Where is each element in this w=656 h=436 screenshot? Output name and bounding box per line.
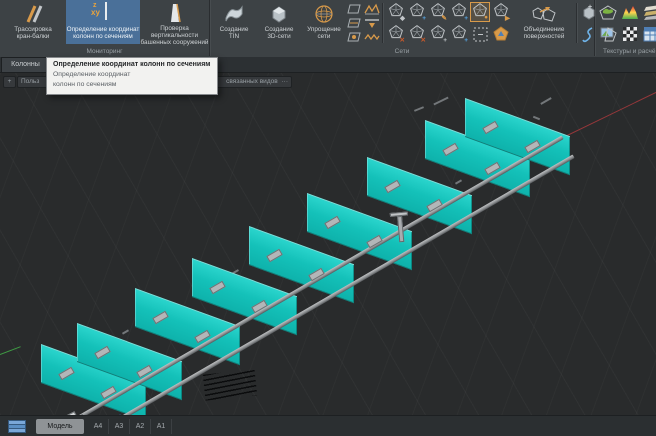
cad-application-window: Трассировка кран-балки z xy Определение … xyxy=(0,0,656,436)
layout-tab-a1[interactable]: A1 xyxy=(151,419,172,434)
ucs-axis-widget[interactable]: Z Y X xyxy=(50,401,180,415)
model-fragment xyxy=(433,97,448,106)
sheet-tool-button-2[interactable] xyxy=(346,16,362,29)
model-fragment xyxy=(414,106,424,112)
elevation-colors-button[interactable] xyxy=(620,2,640,22)
button-label: Объединение xyxy=(524,26,565,33)
model-fragment xyxy=(540,97,551,105)
mesh-diamond-button[interactable]: ◆ xyxy=(386,2,406,22)
ribbon: Трассировка кран-балки z xy Определение … xyxy=(0,0,656,58)
layout-tab-model[interactable]: Модель xyxy=(36,419,84,434)
document-tab-columns[interactable]: Колонны xyxy=(1,57,50,72)
coord-xy-glyph: xy xyxy=(91,9,100,16)
mesh-delete-button[interactable]: ✕ xyxy=(386,24,406,44)
sheet-tool-button-3[interactable] xyxy=(346,30,362,43)
panel-label-textures: Текстуры и расчё xyxy=(595,48,656,55)
panel-inner-separator xyxy=(576,3,577,43)
mesh-append-button[interactable]: + xyxy=(449,24,469,44)
button-label: сети xyxy=(317,33,330,40)
scene-3d xyxy=(0,73,656,415)
mesh-move-button[interactable]: + xyxy=(428,24,448,44)
mesh-add-button[interactable]: + xyxy=(407,2,427,22)
mesh-delete2-button[interactable]: ✕ xyxy=(407,24,427,44)
ribbon-panel-textures: Текстуры и расчё xyxy=(595,0,656,56)
model-viewport[interactable]: + Польз связанных видов ··· xyxy=(0,73,656,415)
button-label: Упрощение xyxy=(307,26,341,33)
model-fragment xyxy=(455,179,462,184)
view-tab-linked-views[interactable]: связанных видов ··· xyxy=(212,76,292,88)
model-fragment xyxy=(122,329,129,334)
ribbon-panel-nets: Создание TIN Создание 3D-сети xyxy=(210,0,595,56)
coord-bar-glyph xyxy=(105,2,107,20)
profile-wave-button[interactable] xyxy=(364,2,380,15)
y-axis-extension-line xyxy=(0,346,21,355)
crane-console[interactable] xyxy=(390,211,415,243)
table-grid-button[interactable] xyxy=(642,24,656,44)
button-label: поверхностей xyxy=(524,33,565,40)
button-label: колонн по сечениям xyxy=(73,33,133,40)
ribbon-tooltip: Определение координат колонн по сечениям… xyxy=(46,57,218,95)
create-3d-net-button[interactable]: Создание 3D-сети xyxy=(256,0,302,44)
tooltip-body-line2: колонн по сечениям xyxy=(47,80,217,94)
crane-beam-trace-icon xyxy=(20,2,46,25)
tower-verticality-check-button[interactable]: Проверка вертикальности башенных сооруже… xyxy=(140,0,209,44)
image-drape-button[interactable] xyxy=(598,24,618,44)
simplify-net-button[interactable]: Упрощение сети xyxy=(302,0,346,44)
sheet-tool-button-1[interactable] xyxy=(346,2,362,15)
column-coords-by-sections-button[interactable]: z xy Определение координат колонн по сеч… xyxy=(66,0,140,44)
button-label: кран-балки xyxy=(17,33,50,40)
button-label: Создание xyxy=(265,26,294,33)
status-bar: Модель A4 A3 A2 A1 xyxy=(0,415,656,436)
tower-icon xyxy=(162,2,188,24)
button-label: Создание xyxy=(220,26,249,33)
mesh-play-button[interactable]: ▶ xyxy=(491,2,511,22)
merge-surfaces-icon xyxy=(531,2,557,25)
layout-tab-a4[interactable]: A4 xyxy=(88,419,109,434)
panel-label-nets: Сети xyxy=(210,48,594,55)
zigzag-wave-button[interactable] xyxy=(364,30,380,43)
tooltip-title: Определение координат колонн по сечениям xyxy=(47,58,217,70)
xyz-coordinates-icon: z xy xyxy=(90,2,116,25)
level-drop-button[interactable] xyxy=(364,16,380,29)
colored-mesh-button[interactable] xyxy=(491,24,511,44)
mesh-edit-button[interactable]: ✎ xyxy=(428,2,448,22)
checkerboard-texture-button[interactable] xyxy=(620,24,640,44)
ribbon-panel-monitoring: Трассировка кран-балки z xy Определение … xyxy=(0,0,210,56)
mesh-active-tool-button[interactable]: ● xyxy=(470,2,490,22)
dark-hatch-detail xyxy=(203,369,257,400)
layout-tab-a2[interactable]: A2 xyxy=(130,419,151,434)
panel-inner-separator xyxy=(382,3,383,43)
tooltip-body-line1: Определение координат xyxy=(47,70,217,80)
add-view-button[interactable]: + xyxy=(3,76,16,88)
button-label: башенных сооружений xyxy=(141,39,209,46)
view-menu-dots-icon[interactable]: ··· xyxy=(282,78,289,85)
create-tin-button[interactable]: Создание TIN xyxy=(212,0,256,44)
button-label: Проверка вертикальности xyxy=(140,25,209,39)
wireframe-sphere-icon xyxy=(311,2,337,25)
tin-surface-icon xyxy=(221,2,247,25)
button-label: Трассировка xyxy=(14,26,52,33)
mesh-add2-button[interactable]: + xyxy=(449,2,469,22)
layout-tab-a3[interactable]: A3 xyxy=(109,419,130,434)
svg-text:+: + xyxy=(588,4,592,11)
model-fragment xyxy=(533,116,540,120)
solid-3d-net-icon xyxy=(266,2,292,25)
linked-views-label: связанных видов xyxy=(226,78,278,85)
trace-crane-beam-button[interactable]: Трассировка кран-балки xyxy=(0,0,66,44)
layout-list-icon[interactable] xyxy=(8,420,26,436)
button-label: TIN xyxy=(229,33,239,40)
button-label: Определение координат xyxy=(67,26,140,33)
merge-surfaces-button[interactable]: Объединение поверхностей xyxy=(516,0,572,44)
button-label: 3D-сети xyxy=(267,33,290,40)
layers-stack-button[interactable] xyxy=(642,2,656,22)
red-axis-line xyxy=(563,90,656,138)
panel-label-monitoring: Мониторинг xyxy=(0,48,209,55)
texture-surface-button[interactable] xyxy=(598,2,618,22)
selection-box-button[interactable] xyxy=(470,24,490,44)
